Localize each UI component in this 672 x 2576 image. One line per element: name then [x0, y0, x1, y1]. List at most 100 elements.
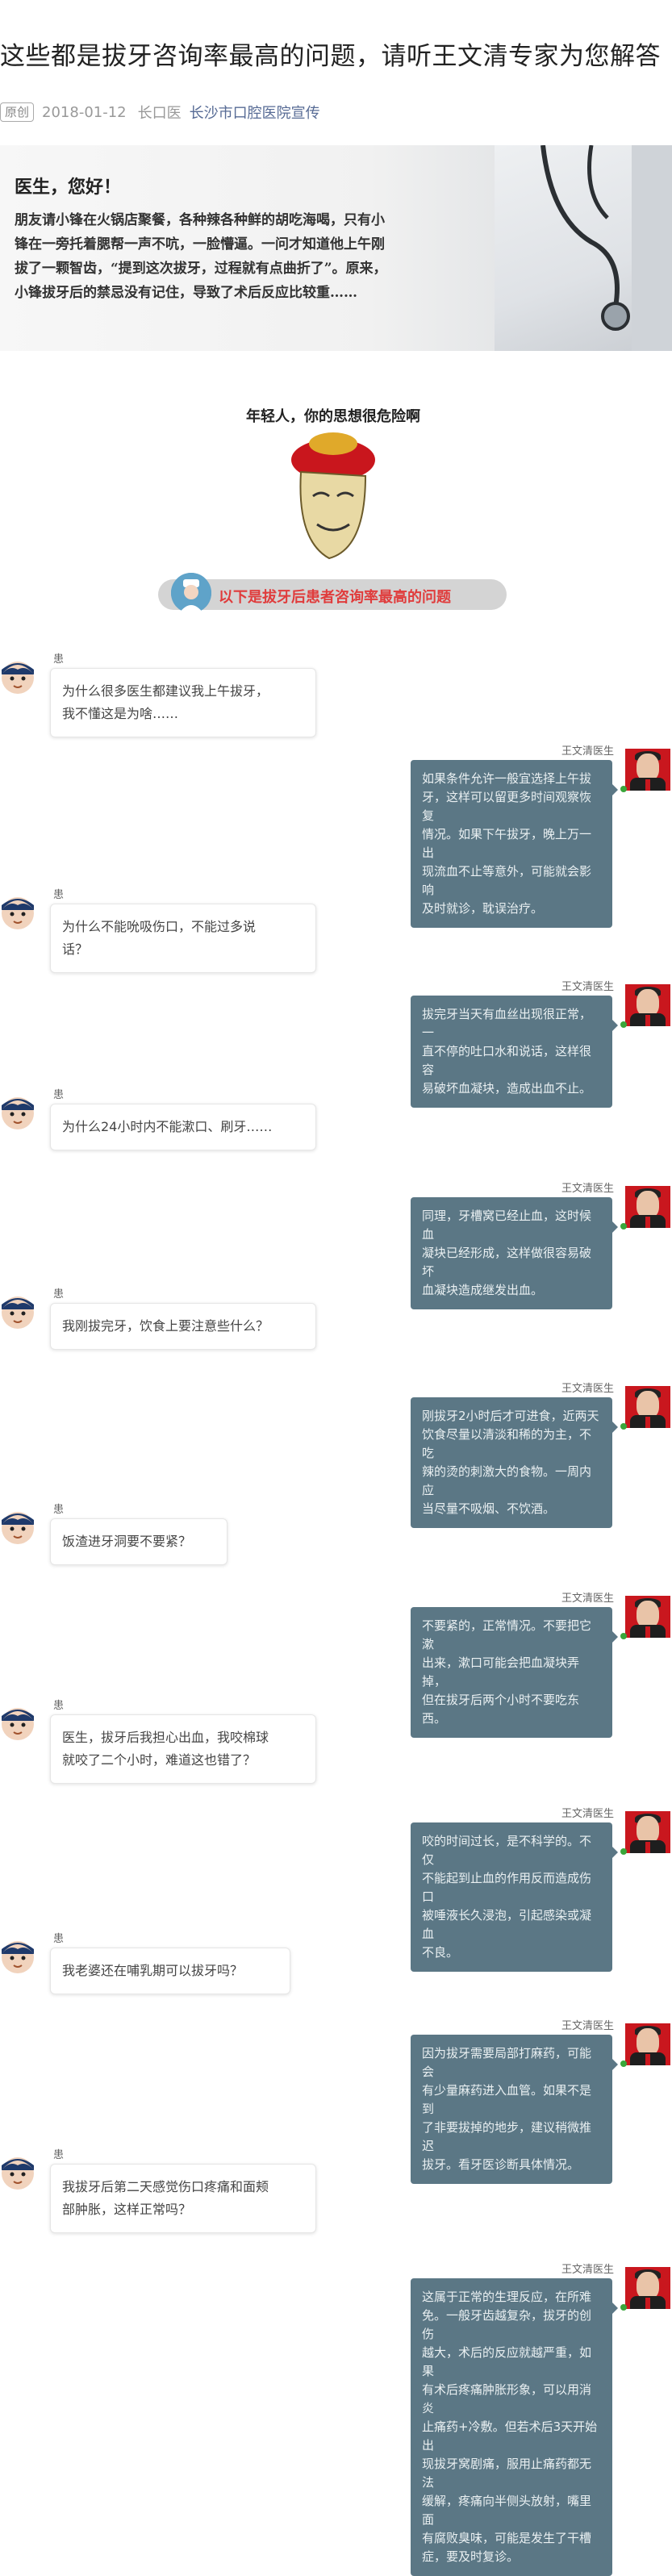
meme-image: 年轻人，你的思想很危险啊: [232, 387, 434, 573]
answer-line: 止痛药+冷敷。但若术后3天开始出: [422, 2419, 598, 2453]
answer-line: 症，要及时复诊。: [422, 2549, 520, 2564]
answer-line: 刚拔牙2小时后才可进食，近两天: [422, 1409, 599, 1423]
answer-line: 被唾液长久浸泡，引起感染或凝血: [422, 1908, 592, 1941]
answer-line: 辣的烫的刺激大的食物。一周内应: [422, 1464, 592, 1497]
account-link[interactable]: 长沙市口腔医院宣传: [190, 102, 320, 123]
answer-line: 同理，牙槽窝已经止血，这时候血: [422, 1209, 592, 1242]
answer-line: 缓解，疼痛向半侧头放射，嘴里面: [422, 2494, 592, 2527]
online-dot-icon: [620, 786, 627, 792]
question-line: 我拔牙后第二天感觉伤口疼痛和面颊: [62, 2179, 269, 2194]
article-title: 这些都是拔牙咨询率最高的问题，请听王文清专家为您解答: [0, 42, 661, 71]
original-tag: 原创: [0, 102, 35, 122]
online-dot-icon: [620, 2060, 627, 2067]
patient-avatar: [0, 1292, 35, 1332]
doctor-answer-bubble: 这属于正常的生理反应，在所难 免。一般牙齿越复杂，拔牙的创伤 越大，术后的反应就越严…: [411, 2278, 618, 2576]
patient-question-bubble: 我老婆还在哺乳期可以拔牙吗？: [50, 1948, 290, 1994]
online-dot-icon: [620, 1633, 627, 1639]
patient-question-bubble: 医生，拔牙后我担心出血，我咬棉球 就咬了二个小时，难道这也错了？: [50, 1714, 316, 1784]
doctor-label: 王文清医生: [561, 2020, 614, 2032]
answer-line: 有少量麻药进入血管。如果不是到: [422, 2083, 592, 2116]
patient-question-bubble: 我刚拔完牙，饮食上要注意些什么？: [50, 1303, 316, 1350]
answer-line: 不能起到止血的作用反而造成伤口: [422, 1871, 592, 1904]
answer-line: 不要紧的，正常情况。不要把它漱: [422, 1618, 592, 1651]
doctor-avatar: [620, 749, 670, 792]
answer-line: 如果条件允许一般宜选择上午拔: [422, 771, 592, 786]
answer-line: 饮食尽量以清淡和稀的为主，不吃: [422, 1427, 592, 1460]
patient-question-bubble: 为什么不能吮吸伤口，不能过多说 话？: [50, 904, 316, 973]
doctor-label: 王文清医生: [561, 981, 614, 993]
meme-caption: 年轻人，你的思想很危险啊: [246, 408, 420, 425]
doctor-answer-bubble: 拔完牙当天有血丝出现很正常，一 直不停的吐口水和说话，这样很容 易破坏血凝块，造成出…: [411, 996, 618, 1108]
question-line: 为什么很多医生都建议我上午拔牙，: [62, 683, 269, 699]
answer-line: 血凝块造成继发出血。: [422, 1283, 544, 1297]
question-line: 我老婆还在哺乳期可以拔牙吗？: [62, 1963, 244, 1978]
patient-avatar: [0, 2152, 35, 2193]
patient-avatar: [0, 1092, 35, 1133]
answer-line: 但在拔牙后两个小时不要吃东西。: [422, 1693, 580, 1726]
answer-line: 情况。如果下午拔牙，晚上万一出: [422, 827, 592, 860]
patient-question-bubble: 饭渣进牙洞要不要紧？: [50, 1518, 227, 1565]
answer-line: 凝块已经形成，这样做很容易破坏: [422, 1246, 592, 1279]
story-line: 拔了一颗智齿，“提到这次拔牙，过程就有点曲折了”。原来，: [15, 261, 387, 277]
question-line: 话？: [62, 941, 89, 957]
question-line: 我刚拔完牙，饮食上要注意些什么？: [62, 1318, 269, 1334]
patient-avatar: [0, 657, 35, 697]
patient-question-bubble: 我拔牙后第二天感觉伤口疼痛和面颊 部肿胀，这样正常吗？: [50, 2164, 316, 2233]
answer-line: 及时就诊，耽误治疗。: [422, 901, 544, 916]
doctor-label: 王文清医生: [561, 1593, 614, 1605]
doctor-label: 王文清医生: [561, 2264, 614, 2276]
banner-greeting: 医生，您好！: [15, 177, 122, 198]
answer-line: 当尽量不吸烟、不饮酒。: [422, 1501, 556, 1516]
question-line: 部肿胀，这样正常吗？: [62, 2202, 192, 2217]
doctor-answer-bubble: 因为拔牙需要局部打麻药，可能会 有少量麻药进入血管。如果不是到 了非要拔掉的地步，建…: [411, 2035, 618, 2184]
question-line: 我不懂这是为啥……: [62, 706, 179, 721]
patient-avatar: [0, 1936, 35, 1977]
patient-avatar: [0, 1703, 35, 1743]
doctor-answer-bubble: 刚拔牙2小时后才可进食，近两天饮食尽量以清淡和稀的为主，不吃 辣的烫的刺激大的食物…: [411, 1397, 618, 1528]
doctor-coat-image: [495, 145, 672, 351]
question-line: 为什么24小时内不能漱口、刷牙……: [62, 1119, 273, 1134]
doctor-avatar: [620, 1386, 670, 1430]
doctor-avatar: [620, 1596, 670, 1639]
doctor-label: 王文清医生: [561, 745, 614, 758]
doctor-answer-bubble: 同理，牙槽窝已经止血，这时候血 凝块已经形成，这样做很容易破坏血凝块造成继发出血。: [411, 1197, 618, 1309]
answer-line: 不良。: [422, 1945, 459, 1960]
answer-line: 牙，这样可以留更多时间观察恢复: [422, 790, 592, 823]
doctor-avatar: [620, 1811, 670, 1855]
doctor-label: 王文清医生: [561, 1183, 614, 1195]
answer-line: 出来，漱口可能会把血凝块弄掉，: [422, 1655, 580, 1689]
story-line: 小锋拔牙后的禁忌没有记住，导致了术后反应比较重……: [15, 285, 357, 301]
doctor-label: 王文清医生: [561, 1383, 614, 1395]
author-name: 长口医: [137, 105, 182, 122]
answer-line: 咬的时间过长，是不科学的。不仅: [422, 1834, 592, 1867]
patient-avatar: [0, 892, 35, 933]
question-line: 为什么不能吮吸伤口，不能过多说: [62, 919, 257, 934]
online-dot-icon: [620, 2304, 627, 2311]
doctor-label: 王文清医生: [561, 1808, 614, 1820]
answer-line: 有腐败臭味，可能是发生了干槽: [422, 2531, 592, 2545]
story-line: 锋在一旁托着腮帮一声不吭，一脸懵逼。一问才知道他上午刚: [15, 236, 385, 253]
doctor-avatar: [620, 984, 670, 1028]
answer-line: 了非要拔掉的地步，建议稍微推迟: [422, 2120, 592, 2153]
question-line: 医生，拔牙后我担心出血，我咬棉球: [62, 1730, 269, 1745]
patient-avatar: [0, 1507, 35, 1547]
story-line: 朋友请小锋在火锅店聚餐，各种辣各种鲜的胡吃海喝，只有小: [15, 212, 385, 228]
doctor-answer-bubble: 如果条件允许一般宜选择上午拔牙，这样可以留更多时间观察恢复 情况。如果下午拔牙，晚…: [411, 760, 618, 928]
online-dot-icon: [620, 1021, 627, 1028]
question-line: 就咬了二个小时，难道这也错了？: [62, 1752, 257, 1768]
answer-line: 直不停的吐口水和说话，这样很容: [422, 1044, 592, 1077]
answer-line: 有术后疼痛肿胀形象，可以用消炎: [422, 2382, 592, 2415]
article-meta: 原创 2018-01-12 长口医 长沙市口腔医院宣传: [0, 102, 320, 123]
online-dot-icon: [620, 1223, 627, 1230]
patient-question-bubble: 为什么24小时内不能漱口、刷牙……: [50, 1104, 316, 1150]
doctor-avatar: [620, 2267, 670, 2311]
answer-line: 免。一般牙齿越复杂，拔牙的创伤: [422, 2308, 592, 2341]
answer-line: 现拔牙窝剧痛，服用止痛药都无法: [422, 2457, 592, 2490]
answer-line: 现流血不止等意外，可能就会影响: [422, 864, 592, 897]
doctor-answer-bubble: 咬的时间过长，是不科学的。不仅 不能起到止血的作用反而造成伤口 被唾液长久浸泡，引起…: [411, 1822, 618, 1972]
patient-question-bubble: 为什么很多医生都建议我上午拔牙， 我不懂这是为啥……: [50, 668, 316, 737]
doctor-cartoon-icon: [171, 573, 211, 613]
answer-line: 拔完牙当天有血丝出现很正常，一: [422, 1007, 592, 1040]
doctor-avatar: [620, 2023, 670, 2067]
publish-date: 2018-01-12: [42, 103, 127, 121]
